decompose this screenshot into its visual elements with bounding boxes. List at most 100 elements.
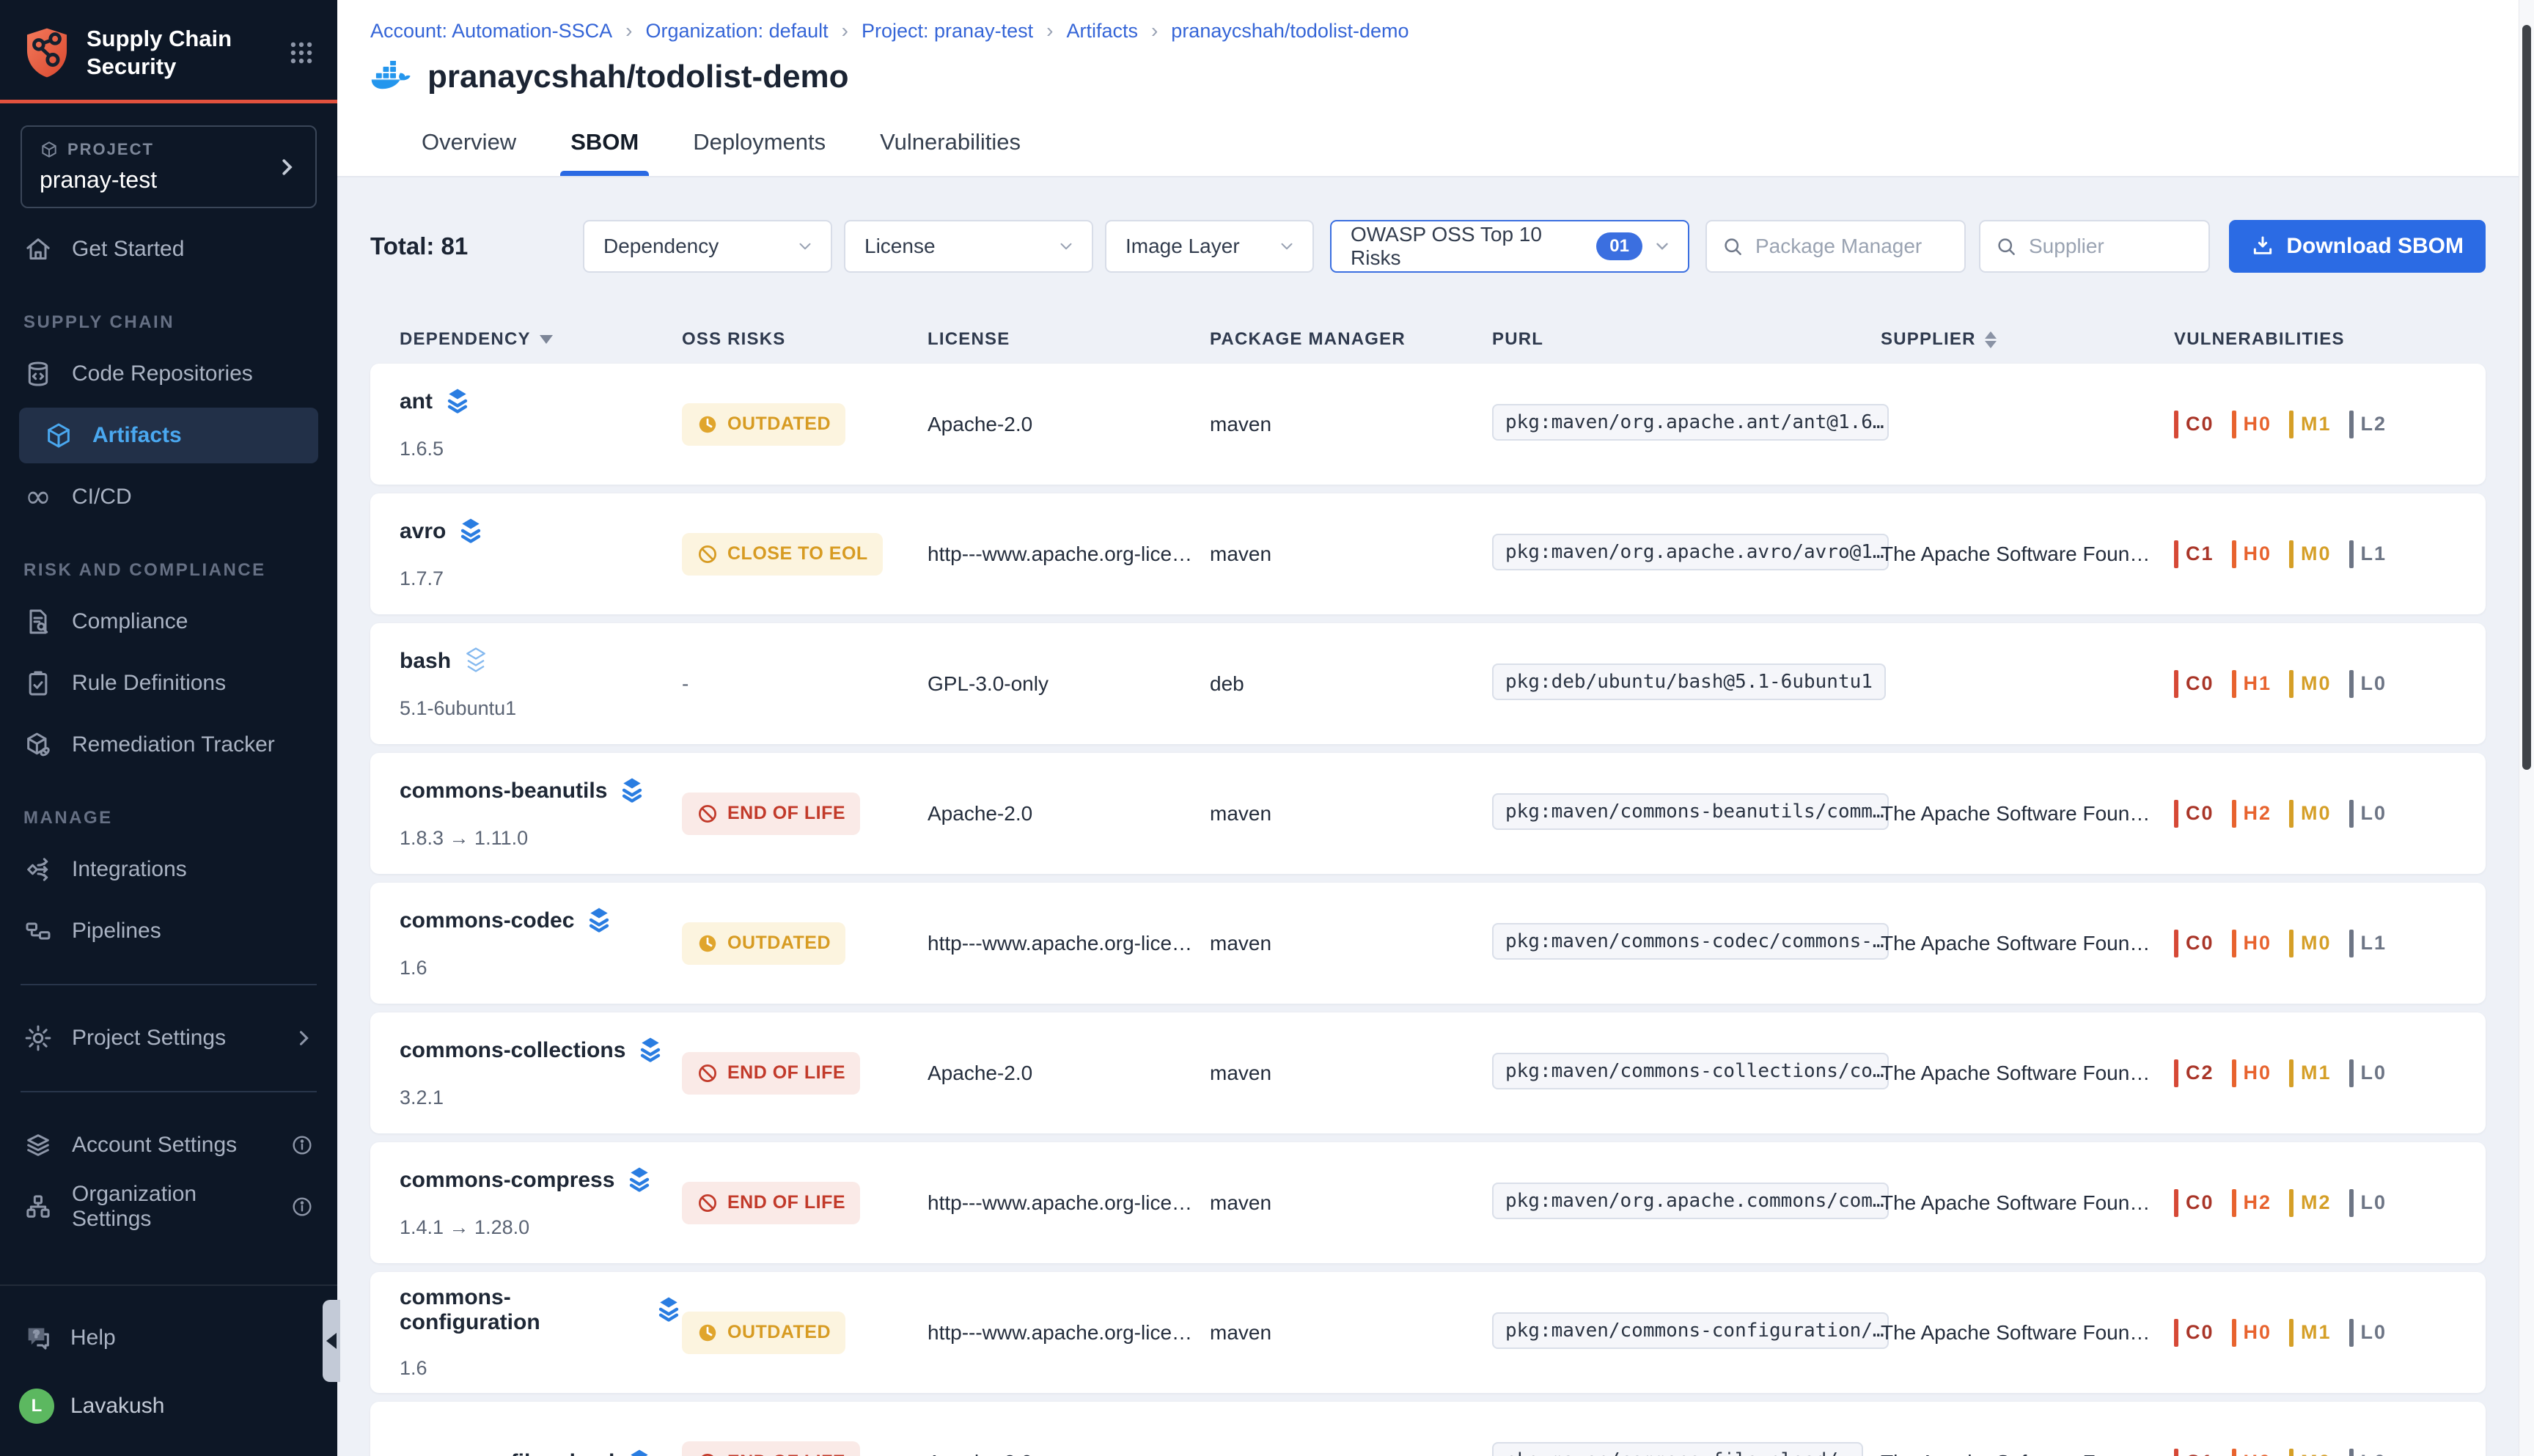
purl-chip[interactable]: pkg:maven/commons-configuration/…	[1492, 1312, 1889, 1349]
sidebar-divider	[21, 984, 317, 985]
sidebar-item-organization-settings[interactable]: Organization Settings	[0, 1176, 337, 1238]
app-title: Supply Chain Security	[87, 25, 271, 81]
oss-risk-label: OUTDATED	[727, 933, 831, 954]
package-manager-input[interactable]	[1754, 234, 1950, 259]
filter-image-layer[interactable]: Image Layer	[1105, 220, 1314, 273]
severity-bar	[2174, 1059, 2178, 1087]
license-cell: http---www.apache.org-lice…	[928, 932, 1210, 955]
severity-count: H2	[2244, 802, 2272, 825]
filter-dependency[interactable]: Dependency	[583, 220, 832, 273]
collapse-arrow-icon	[326, 1333, 337, 1349]
sidebar-item-integrations[interactable]: Integrations	[0, 839, 337, 900]
column-header-license[interactable]: LICENSE	[928, 329, 1210, 350]
sidebar-item-account-settings[interactable]: Account Settings	[0, 1114, 337, 1176]
table-row[interactable]: avro1.7.7CLOSE TO EOLhttp---www.apache.o…	[370, 493, 2486, 614]
purl-chip[interactable]: pkg:maven/org.apache.avro/avro@1…	[1492, 534, 1889, 570]
column-header-purl[interactable]: PURL	[1492, 329, 1881, 350]
dependency-cell: bash5.1-6ubuntu1	[400, 647, 682, 720]
supplier-input[interactable]	[2027, 234, 2194, 259]
breadcrumb-separator: ›	[1151, 19, 1158, 43]
sidebar-item-pipelines[interactable]: Pipelines	[0, 900, 337, 962]
doc-search-icon	[23, 607, 53, 636]
sort-descending-icon[interactable]	[540, 335, 553, 344]
app-grid-icon[interactable]	[287, 39, 315, 67]
sidebar-item-rule-definitions[interactable]: Rule Definitions	[0, 652, 337, 714]
table-row[interactable]: commons-collections3.2.1END OF LIFEApach…	[370, 1012, 2486, 1133]
search-package-manager	[1705, 220, 1966, 273]
severity-bar	[2174, 1449, 2178, 1456]
tab-sbom[interactable]: SBOM	[570, 129, 639, 176]
column-header-dependency[interactable]: DEPENDENCY	[400, 329, 682, 350]
vulnerabilities-cell: C0H0M0L1	[2174, 930, 2456, 957]
breadcrumb-item[interactable]: Project: pranay-test	[862, 20, 1033, 43]
oss-risk-empty: -	[682, 672, 688, 695]
purl-chip[interactable]: pkg:maven/commons-collections/co…	[1492, 1053, 1889, 1089]
severity-low: L0	[2349, 1059, 2387, 1087]
purl-chip[interactable]: pkg:maven/commons-codec/commons-…	[1492, 923, 1889, 960]
purl-chip[interactable]: pkg:deb/ubuntu/bash@5.1-6ubuntu1	[1492, 663, 1886, 700]
severity-bar	[2349, 1059, 2354, 1087]
sidebar-item-code-repositories[interactable]: Code Repositories	[0, 343, 337, 405]
severity-count: C1	[2186, 1451, 2214, 1456]
table-row[interactable]: ant1.6.5OUTDATEDApache-2.0mavenpkg:maven…	[370, 364, 2486, 485]
column-header-package-manager[interactable]: PACKAGE MANAGER	[1210, 329, 1492, 350]
purl-chip[interactable]: pkg:maven/commons-fileupload/…	[1492, 1442, 1863, 1456]
breadcrumb-item[interactable]: Account: Automation-SSCA	[370, 20, 612, 43]
severity-bar	[2174, 930, 2178, 957]
severity-bar	[2289, 1449, 2294, 1456]
sidebar-item-compliance[interactable]: Compliance	[0, 591, 337, 652]
filter-license[interactable]: License	[844, 220, 1093, 273]
sidebar-item-label: Code Repositories	[72, 361, 253, 386]
severity-high: H1	[2232, 670, 2272, 698]
shield-logo-icon	[23, 27, 70, 78]
table-row[interactable]: commons-codec1.6OUTDATEDhttp---www.apach…	[370, 883, 2486, 1004]
table-row[interactable]: commons-configuration1.6OUTDATEDhttp---w…	[370, 1272, 2486, 1393]
download-sbom-button[interactable]: Download SBOM	[2229, 220, 2486, 273]
tab-overview[interactable]: Overview	[422, 129, 516, 176]
project-name: pranay-test	[40, 166, 276, 194]
sidebar-item-artifacts[interactable]: Artifacts	[19, 408, 318, 463]
tab-deployments[interactable]: Deployments	[693, 129, 826, 176]
column-header-oss-risks[interactable]: OSS RISKS	[682, 329, 928, 350]
sidebar-item-project-settings[interactable]: Project Settings	[0, 1007, 337, 1069]
severity-high: H0	[2232, 1449, 2272, 1456]
cube-icon	[44, 421, 73, 450]
purl-chip[interactable]: pkg:maven/commons-beanutils/comm…	[1492, 793, 1889, 830]
pipelines-icon	[23, 916, 53, 946]
dependency-cell: avro1.7.7	[400, 518, 682, 590]
breadcrumb-item[interactable]: Artifacts	[1066, 20, 1138, 43]
info-icon[interactable]	[290, 1133, 314, 1157]
sort-toggle-icon[interactable]	[1985, 331, 1997, 348]
breadcrumb-item[interactable]: pranaycshah/todolist-demo	[1171, 20, 1409, 43]
project-selector[interactable]: PROJECT pranay-test	[21, 125, 317, 208]
sidebar-item-remediation-tracker[interactable]: Remediation Tracker	[0, 714, 337, 776]
dependency-version: 1.8.3 → 1.11.0	[400, 827, 682, 850]
help-chat-icon: ?	[23, 1323, 53, 1353]
sidebar-footer: ? Help L Lavakush	[0, 1284, 337, 1456]
table-row[interactable]: commons-beanutils1.8.3 → 1.11.0END OF LI…	[370, 753, 2486, 874]
vertical-scrollbar	[2519, 0, 2534, 1456]
table-row[interactable]: bash5.1-6ubuntu1-GPL-3.0-onlydebpkg:deb/…	[370, 623, 2486, 744]
purl-chip[interactable]: pkg:maven/org.apache.commons/com…	[1492, 1183, 1889, 1219]
breadcrumb-item[interactable]: Organization: default	[646, 20, 829, 43]
scrollbar-thumb[interactable]	[2522, 25, 2531, 770]
severity-count: L1	[2361, 543, 2387, 565]
sidebar-item-label: Remediation Tracker	[72, 732, 275, 757]
purl-cell: pkg:maven/commons-codec/commons-…	[1492, 923, 1881, 963]
severity-critical: C0	[2174, 800, 2214, 828]
purl-chip[interactable]: pkg:maven/org.apache.ant/ant@1.6…	[1492, 404, 1889, 441]
sidebar-item-ci-cd[interactable]: ∞CI/CD	[0, 466, 337, 528]
tab-vulnerabilities[interactable]: Vulnerabilities	[880, 129, 1021, 176]
owasp-risks-filter[interactable]: OWASP OSS Top 10 Risks 01	[1330, 220, 1689, 273]
column-header-vulnerabilities[interactable]: VULNERABILITIES	[2174, 329, 2456, 350]
column-header-supplier[interactable]: SUPPLIER	[1881, 329, 2174, 350]
user-menu[interactable]: L Lavakush	[0, 1371, 337, 1441]
sidebar-item-get-started[interactable]: Get Started	[0, 218, 337, 280]
help-button[interactable]: ? Help	[0, 1305, 337, 1371]
severity-count: H1	[2244, 672, 2272, 695]
info-icon[interactable]	[290, 1195, 314, 1218]
severity-count: C0	[2186, 932, 2214, 955]
home-icon	[23, 235, 53, 264]
table-row[interactable]: commons-fileuploadEND OF LIFEApache-2.0p…	[370, 1402, 2486, 1456]
table-row[interactable]: commons-compress1.4.1 → 1.28.0END OF LIF…	[370, 1142, 2486, 1263]
